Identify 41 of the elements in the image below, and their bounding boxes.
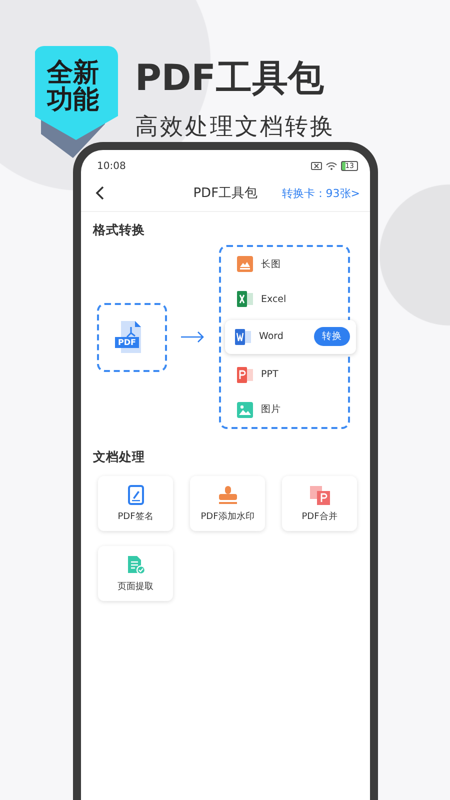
tool-card[interactable]: PDF添加水印: [190, 476, 265, 531]
format-label: PPT: [261, 369, 280, 380]
tool-card[interactable]: 页面提取: [98, 546, 173, 601]
tool-label: PDF合并: [302, 510, 338, 522]
tool-label: PDF添加水印: [200, 510, 254, 522]
tool-card[interactable]: PDF合并: [282, 476, 357, 531]
page-title: PDF工具包: [192, 185, 259, 202]
format-label: Excel: [261, 294, 288, 305]
stamp-icon: [216, 484, 238, 504]
headline: PDF工具包: [135, 57, 325, 101]
tool-card[interactable]: PDF签名: [98, 476, 173, 531]
document-check-icon: [126, 554, 146, 574]
status-time: 10:08: [97, 160, 126, 172]
back-icon[interactable]: [95, 186, 105, 200]
section-heading: 文档处理: [93, 449, 146, 466]
right-arrow-icon: [181, 331, 205, 343]
format-label: 图片: [261, 403, 282, 416]
format-option[interactable]: Excel: [221, 282, 348, 317]
slides-icon: [237, 366, 253, 383]
file-type-label: PDF: [115, 337, 139, 348]
tool-label: 页面提取: [118, 580, 154, 592]
sim-icon: [311, 162, 322, 170]
format-label: Word: [259, 331, 284, 342]
spreadsheet-icon: [237, 291, 253, 308]
wifi-icon: [326, 162, 338, 170]
section-heading: 格式转换: [93, 222, 146, 239]
subtitle: 高效处理文档转换: [135, 113, 335, 142]
pages-icon: [308, 484, 330, 504]
format-option[interactable]: Word 转换: [225, 320, 356, 354]
pen-tablet-icon: [128, 484, 144, 504]
convert-button[interactable]: 转换: [314, 327, 350, 346]
image-icon: [237, 256, 253, 272]
format-option[interactable]: 长图: [221, 247, 348, 282]
format-option[interactable]: PPT: [221, 357, 348, 392]
format-option[interactable]: 图片: [221, 392, 348, 427]
card-count-link[interactable]: 转换卡：93张>: [282, 186, 360, 200]
badge-label: 全新功能: [47, 60, 100, 115]
image-icon: [237, 402, 253, 418]
document-icon: [235, 328, 251, 345]
tool-label: PDF签名: [118, 510, 154, 522]
format-label: 长图: [261, 258, 282, 271]
